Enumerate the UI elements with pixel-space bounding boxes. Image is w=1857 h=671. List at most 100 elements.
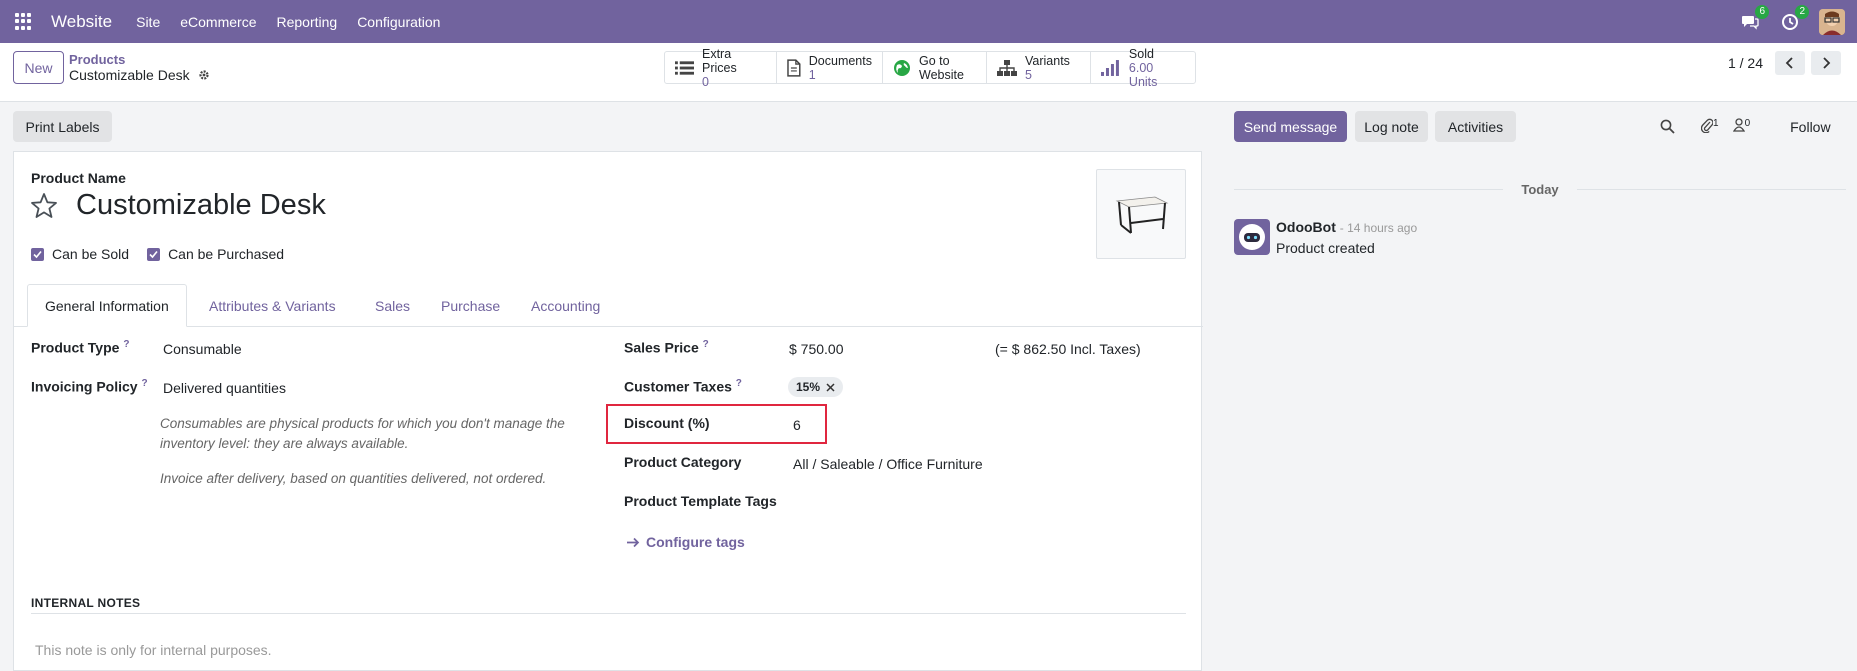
search-icon[interactable] [1660,119,1675,134]
sold-label: Sold [1128,46,1154,61]
pager-value[interactable]: 1 / 24 [1728,55,1763,71]
go-to-website-button[interactable]: Go to Website [883,52,987,83]
send-message-button[interactable]: Send message [1234,111,1347,142]
followers-button[interactable]: 0 [1732,118,1750,135]
activities-count-badge: 2 [1795,4,1809,19]
sold-button[interactable]: Sold 6.00 Units [1091,47,1195,89]
documents-label: Documents [808,53,872,68]
divider [1234,189,1504,190]
help-tooltip-icon[interactable]: ? [141,378,147,389]
variants-value: 5 [1025,67,1032,82]
gear-icon[interactable] [198,69,210,81]
print-labels-button[interactable]: Print Labels [13,111,112,142]
breadcrumb-current-label: Customizable Desk [69,67,190,83]
menu-ecommerce[interactable]: eCommerce [180,14,256,30]
author-name[interactable]: OdooBot [1276,219,1336,235]
breadcrumb-products[interactable]: Products [69,52,125,67]
notebook-tabs: General Information Attributes & Variant… [14,284,1203,327]
product-name-input[interactable]: Customizable Desk [76,189,326,222]
arrow-right-icon [627,537,640,547]
file-icon [787,58,801,77]
menu-reporting[interactable]: Reporting [276,14,337,30]
help-tooltip-icon[interactable]: ? [736,378,742,389]
messaging-button[interactable]: 6 [1739,4,1769,33]
invoicing-policy-label: Invoicing Policy ? [31,378,148,395]
documents-button[interactable]: Documents 1 [777,52,883,83]
breadcrumb-current: Customizable Desk [69,67,210,83]
sales-price-incl-taxes: (= $ 862.50 Incl. Taxes) [995,341,1141,357]
discount-highlight-box [606,404,827,444]
product-category-field[interactable]: All / Saleable / Office Furniture [793,456,983,472]
today-separator: Today [1234,182,1847,197]
close-icon[interactable] [826,382,835,392]
message-body: Product created [1276,240,1375,256]
odoobot-avatar[interactable] [1234,219,1270,255]
pager-next-button[interactable] [1811,51,1841,75]
help-tooltip-icon[interactable]: ? [123,339,129,350]
signal-icon [1101,59,1119,76]
extra-prices-value: 0 [702,74,709,89]
apps-menu-icon[interactable] [15,12,33,31]
chatter-topbar-right: 1 0 Follow [1660,111,1831,142]
can-be-sold-checkbox[interactable]: Can be Sold [31,246,129,262]
user-avatar[interactable] [1819,8,1845,35]
star-icon[interactable] [30,192,58,220]
product-name-label: Product Name [31,170,126,186]
tax-tag: 15% [788,377,844,397]
smart-buttons: Extra Prices 0 Documents 1 Go to Website Va… [664,47,1196,89]
tab-accounting[interactable]: Accounting [531,284,600,327]
systray: 6 2 [1739,0,1845,43]
variants-button[interactable]: Variants 5 [987,52,1091,83]
user-icon [1732,118,1745,132]
sales-price-label: Sales Price ? [624,339,709,356]
internal-notes-title: INTERNAL NOTES [31,596,141,610]
tab-purchase[interactable]: Purchase [441,284,500,327]
activities-button[interactable]: Activities [1435,111,1516,142]
help-tooltip-icon[interactable]: ? [703,339,709,350]
extra-prices-button[interactable]: Extra Prices 0 [665,47,777,89]
product-type-field[interactable]: Consumable [163,341,242,357]
internal-notes-divider [31,613,1186,614]
pager: 1 / 24 [1728,51,1841,75]
attachments-count: 1 [1713,117,1719,129]
tab-sales[interactable]: Sales [375,284,410,327]
consumable-help-text: Consumables are physical products for wh… [160,416,565,451]
tab-attributes-variants[interactable]: Attributes & Variants [209,284,336,327]
chevron-right-icon [1823,57,1831,69]
log-note-button[interactable]: Log note [1355,111,1428,142]
message-time: - 14 hours ago [1339,221,1418,235]
can-be-purchased-checkbox[interactable]: Can be Purchased [147,246,284,262]
control-panel: New Products Customizable Desk Extra Pri… [0,43,1857,102]
paperclip-icon [1700,118,1714,133]
customer-taxes-label: Customer Taxes ? [624,378,742,395]
new-button[interactable]: New [13,51,64,84]
activities-button[interactable]: 2 [1779,4,1809,33]
can-be-purchased-label: Can be Purchased [168,246,285,262]
extra-prices-label: Extra Prices [702,46,737,75]
globe-icon [894,59,910,76]
documents-value: 1 [808,67,816,82]
internal-notes-input[interactable]: This note is only for internal purposes. [35,642,272,658]
message-author: OdooBot - 14 hours ago [1276,219,1417,235]
tax-tag-label: 15% [796,380,821,394]
sitemap-icon [997,59,1017,76]
pager-previous-button[interactable] [1775,51,1805,75]
app-brand[interactable]: Website [51,12,112,32]
messages-count-badge: 6 [1755,4,1769,19]
attachments-button[interactable]: 1 [1700,117,1719,136]
tab-general-information[interactable]: General Information [27,284,187,327]
invoice-help-text: Invoice after delivery, based on quantit… [160,471,547,486]
follow-button[interactable]: Follow [1790,119,1830,135]
variants-label: Variants [1025,53,1070,68]
checkbox-checked-icon [147,247,161,261]
menu-site[interactable]: Site [136,14,160,30]
menu-configuration[interactable]: Configuration [357,14,440,30]
today-label: Today [1521,182,1559,197]
sales-price-field[interactable]: $ 750.00 [789,341,844,357]
configure-tags-link[interactable]: Configure tags [627,534,745,550]
configure-tags-label: Configure tags [646,534,745,550]
invoicing-policy-field[interactable]: Delivered quantities [163,380,286,396]
desk-image-icon [1115,196,1169,234]
product-type-label: Product Type ? [31,339,130,356]
product-image[interactable] [1096,169,1186,259]
